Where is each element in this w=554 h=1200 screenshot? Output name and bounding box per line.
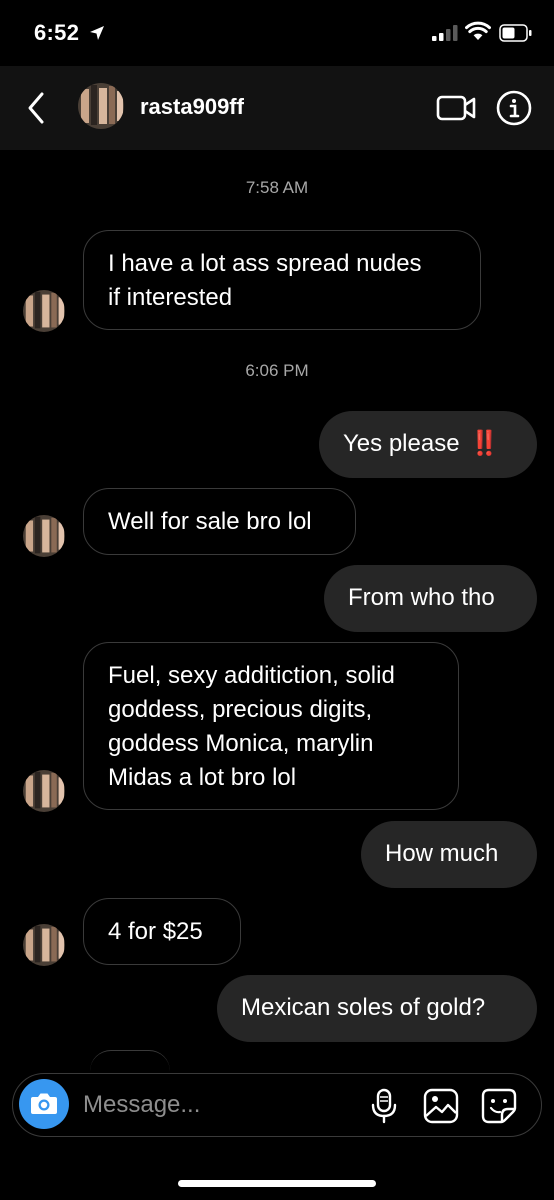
- outgoing-message[interactable]: How much: [361, 821, 537, 888]
- message-text: Yes please: [343, 430, 460, 457]
- message-line: goddess, precious digits,: [108, 696, 373, 723]
- message-text: How much: [385, 840, 499, 867]
- outgoing-message[interactable]: From who tho: [324, 565, 537, 632]
- incoming-message[interactable]: I have a lot ass spread nudes if interes…: [83, 230, 481, 330]
- message-composer: [12, 1073, 542, 1137]
- video-call-icon[interactable]: [436, 92, 476, 124]
- contact-avatar[interactable]: [78, 83, 124, 129]
- location-arrow-icon: [90, 26, 104, 40]
- message-line: goddess Monica, marylin: [108, 730, 374, 757]
- outgoing-message[interactable]: Yes please ‼️: [319, 411, 537, 478]
- incoming-message[interactable]: Well for sale bro lol: [83, 488, 356, 555]
- contact-username[interactable]: rasta909ff: [140, 94, 244, 120]
- home-indicator: [178, 1180, 376, 1187]
- message-text: From who tho: [348, 584, 495, 611]
- microphone-icon[interactable]: [369, 1088, 399, 1124]
- partial-message-bubble: [90, 1050, 170, 1071]
- gallery-icon[interactable]: [423, 1088, 459, 1124]
- camera-button[interactable]: [19, 1079, 69, 1129]
- message-line: I have a lot ass spread nudes: [108, 250, 422, 277]
- message-timestamp: 6:06 PM: [245, 361, 309, 380]
- message-text: Mexican soles of gold?: [241, 994, 486, 1021]
- sender-avatar[interactable]: [23, 290, 65, 332]
- outgoing-message[interactable]: Mexican soles of gold?: [217, 975, 537, 1042]
- sender-avatar[interactable]: [23, 770, 65, 812]
- back-chevron-icon[interactable]: [22, 90, 52, 126]
- message-line: Fuel, sexy additiction, solid: [108, 662, 395, 689]
- incoming-message[interactable]: 4 for $25: [83, 898, 241, 965]
- sender-avatar[interactable]: [23, 924, 65, 966]
- status-bar: 6:52: [0, 0, 554, 66]
- battery-icon: [499, 24, 532, 42]
- incoming-message[interactable]: Fuel, sexy additiction, solid goddess, p…: [83, 642, 459, 810]
- conversation-header: rasta909ff: [0, 66, 554, 150]
- message-line: if interested: [108, 284, 233, 311]
- info-icon[interactable]: [496, 90, 532, 126]
- message-line: Midas a lot bro lol: [108, 764, 297, 791]
- sticker-icon[interactable]: [481, 1088, 517, 1124]
- message-timestamp: 7:58 AM: [245, 178, 309, 197]
- message-line: Well for sale bro lol: [108, 508, 312, 535]
- status-time: 6:52: [34, 20, 80, 45]
- message-input[interactable]: [83, 1088, 353, 1122]
- camera-icon: [31, 1093, 57, 1114]
- wifi-icon: [465, 21, 491, 40]
- sender-avatar[interactable]: [23, 515, 65, 557]
- cellular-signal-icon: [432, 25, 458, 41]
- message-line: 4 for $25: [108, 918, 203, 945]
- double-exclamation-emoji: ‼️: [469, 430, 500, 457]
